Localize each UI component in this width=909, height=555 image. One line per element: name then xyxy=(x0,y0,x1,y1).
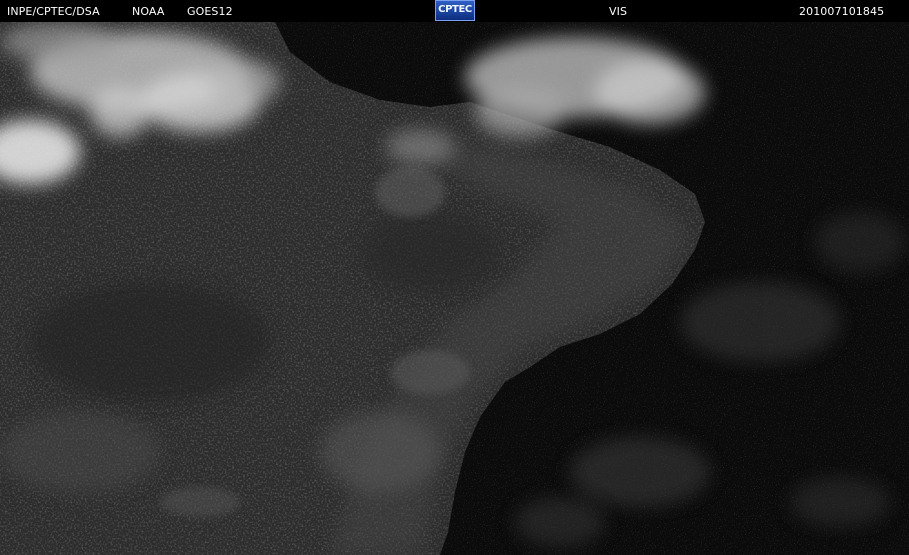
source-label: INPE/CPTEC/DSA xyxy=(7,5,100,18)
satellite-label: GOES12 xyxy=(187,5,233,18)
satellite-image xyxy=(0,22,909,555)
timestamp-label: 201007101845 xyxy=(799,5,885,18)
logo-text: CPTEC xyxy=(438,4,472,15)
agency-label: NOAA xyxy=(132,5,165,18)
channel-label: VIS xyxy=(609,5,628,18)
cptec-logo: CPTEC xyxy=(435,0,475,21)
image-header-bar: INPE/CPTEC/DSA NOAA GOES12 CPTEC VIS 201… xyxy=(0,0,909,22)
